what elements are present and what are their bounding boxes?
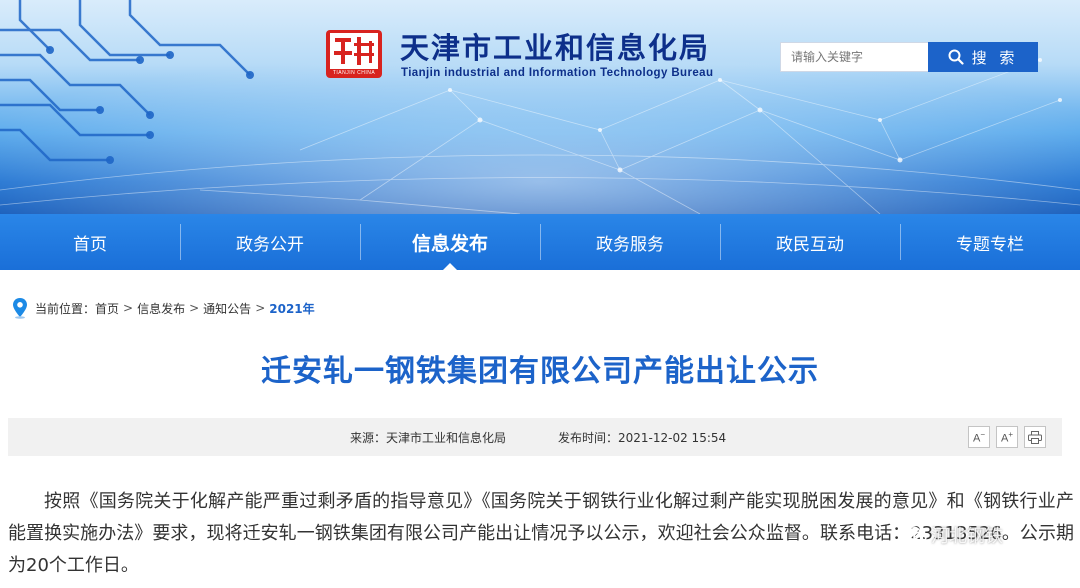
font-increase-button[interactable]: A+ (996, 426, 1018, 448)
wechat-icon (905, 526, 927, 543)
nav-item-information-release[interactable]: 信息发布 (360, 214, 540, 270)
search-icon (948, 49, 964, 65)
search-button[interactable]: 搜 索 (928, 42, 1038, 72)
breadcrumb: 当前位置： 首页 > 信息发布 > 通知公告 > 2021年 (12, 297, 315, 319)
font-decrease-icon: A− (972, 429, 985, 445)
article-title: 迁安轧一钢铁集团有限公司产能出让公示 (261, 354, 819, 389)
breadcrumb-item-information-release[interactable]: 信息发布 (137, 300, 185, 317)
main-nav: 首页 政务公开 信息发布 政务服务 政民互动 专题专栏 (0, 214, 1080, 270)
article-tools: A− A+ (968, 426, 1046, 448)
nav-item-home[interactable]: 首页 (0, 214, 180, 270)
header-banner: TIANJIN CHINA 天津市工业和信息化局 Tianjin industr… (0, 0, 1080, 214)
font-decrease-button[interactable]: A− (968, 426, 990, 448)
breadcrumb-separator: > (255, 301, 266, 315)
nav-item-special-topics[interactable]: 专题专栏 (900, 214, 1080, 270)
breadcrumb-separator: > (123, 301, 134, 315)
location-pin-icon (13, 298, 27, 319)
logo-seal-face (330, 33, 378, 69)
article-source: 来源：天津市工业和信息化局 (350, 431, 507, 445)
logo-seal-glyph (330, 33, 378, 69)
search-button-label: 搜 索 (971, 48, 1019, 67)
breadcrumb-prefix: 当前位置： (35, 301, 96, 316)
site-subtitle: Tianjin industrial and Information Techn… (401, 67, 714, 79)
font-increase-icon: A+ (1000, 429, 1013, 445)
article-publish-time: 发布时间：2021-12-02 15:54 (558, 431, 727, 445)
bureau-logo-icon[interactable]: TIANJIN CHINA (326, 30, 382, 78)
site-title[interactable]: 天津市工业和信息化局 (400, 30, 710, 66)
article-meta-bar: 来源：天津市工业和信息化局 发布时间：2021-12-02 15:54 A− A… (8, 418, 1062, 456)
nav-item-government-affairs[interactable]: 政务公开 (180, 214, 360, 270)
breadcrumb-item-notices[interactable]: 通知公告 (203, 300, 251, 317)
print-button[interactable] (1024, 426, 1046, 448)
logo-seal-caption: TIANJIN CHINA (332, 70, 376, 76)
breadcrumb-item-home[interactable]: 首页 (95, 300, 119, 317)
wechat-watermark: 河北钢铁 (905, 522, 1003, 548)
search-input[interactable] (780, 42, 928, 72)
breadcrumb-item-2021[interactable]: 2021年 (269, 300, 314, 317)
nav-item-government-services[interactable]: 政务服务 (540, 214, 720, 270)
nav-item-public-interaction[interactable]: 政民互动 (720, 214, 900, 270)
printer-icon (1028, 430, 1042, 444)
breadcrumb-separator: > (189, 301, 200, 315)
watermark-text: 河北钢铁 (931, 526, 1003, 547)
